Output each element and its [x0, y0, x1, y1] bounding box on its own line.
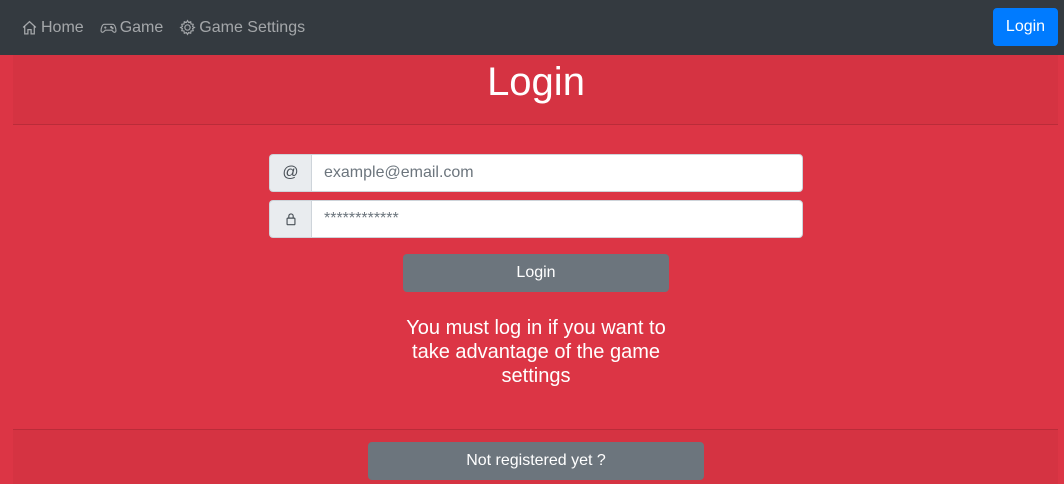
house-icon: [21, 19, 38, 36]
password-input-group: [269, 200, 803, 238]
gear-icon: [179, 19, 196, 36]
lock-icon: [269, 200, 311, 238]
password-field[interactable]: [311, 200, 803, 238]
navbar: Home Game Game Settings Login: [0, 0, 1064, 55]
login-required-message: You must log in if you want to take adva…: [406, 317, 666, 387]
nav-link-game-settings[interactable]: Game Settings: [179, 19, 305, 37]
nav-link-home[interactable]: Home: [21, 19, 84, 37]
login-submit-button[interactable]: Login: [403, 254, 669, 292]
register-button[interactable]: Not registered yet ?: [368, 442, 704, 480]
at-sign-prepend: @: [269, 154, 311, 192]
nav-link-label: Game Settings: [199, 18, 306, 36]
navbar-login-button[interactable]: Login: [993, 8, 1058, 46]
gamepad-icon: [100, 19, 117, 36]
nav-link-label: Game: [119, 18, 164, 36]
page-title: Login: [487, 60, 585, 104]
nav-link-game[interactable]: Game: [100, 18, 164, 37]
email-field[interactable]: [311, 154, 803, 192]
email-input-group: @: [269, 154, 803, 192]
nav-link-label: Home: [41, 18, 84, 36]
nav-links: Home Game Game Settings: [21, 19, 321, 37]
